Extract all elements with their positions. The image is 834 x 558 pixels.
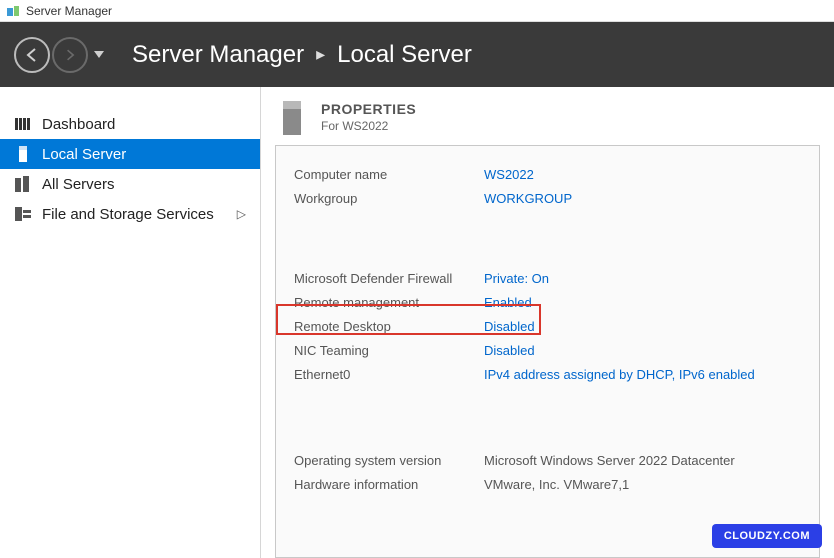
properties-box: Computer name WS2022 Workgroup WORKGROUP… bbox=[275, 145, 820, 558]
prop-label: Hardware information bbox=[294, 477, 484, 492]
remote-management-link[interactable]: Enabled bbox=[484, 295, 532, 310]
sidebar-item-dashboard[interactable]: Dashboard bbox=[0, 109, 260, 139]
prop-label: Microsoft Defender Firewall bbox=[294, 271, 484, 286]
sidebar-item-label: All Servers bbox=[42, 176, 115, 193]
prop-row-nic-teaming: NIC Teaming Disabled bbox=[294, 338, 801, 362]
dashboard-icon bbox=[14, 116, 32, 132]
sidebar-item-local-server[interactable]: Local Server bbox=[0, 139, 260, 169]
prop-label: Remote Desktop bbox=[294, 319, 484, 334]
server-glyph-icon bbox=[275, 101, 309, 135]
server-manager-app-icon bbox=[6, 4, 20, 18]
ethernet-link[interactable]: IPv4 address assigned by DHCP, IPv6 enab… bbox=[484, 367, 755, 382]
chevron-right-icon: ▷ bbox=[237, 207, 246, 221]
prop-row-ethernet: Ethernet0 IPv4 address assigned by DHCP,… bbox=[294, 362, 801, 386]
os-version-value: Microsoft Windows Server 2022 Datacenter bbox=[484, 453, 735, 468]
watermark-badge: CLOUDZY.COM bbox=[712, 524, 822, 548]
prop-label: Ethernet0 bbox=[294, 367, 484, 382]
breadcrumb-separator-icon: ▸ bbox=[316, 44, 325, 65]
properties-subtitle: For WS2022 bbox=[321, 119, 416, 133]
window-title: Server Manager bbox=[26, 4, 112, 18]
prop-row-remote-management: Remote management Enabled bbox=[294, 290, 801, 314]
sidebar-item-label: Local Server bbox=[42, 146, 126, 163]
prop-row-workgroup: Workgroup WORKGROUP bbox=[294, 186, 801, 210]
breadcrumb: Server Manager ▸ Local Server bbox=[132, 41, 472, 69]
nav-buttons bbox=[14, 37, 104, 73]
header-bar: Server Manager ▸ Local Server bbox=[0, 22, 834, 87]
prop-row-os-version: Operating system version Microsoft Windo… bbox=[294, 448, 801, 472]
hardware-value: VMware, Inc. VMware7,1 bbox=[484, 477, 629, 492]
prop-row-remote-desktop: Remote Desktop Disabled bbox=[294, 314, 801, 338]
prop-label: Computer name bbox=[294, 167, 484, 182]
sidebar-item-all-servers[interactable]: All Servers bbox=[0, 169, 260, 199]
history-dropdown-icon[interactable] bbox=[94, 46, 104, 64]
breadcrumb-current: Local Server bbox=[337, 41, 472, 69]
file-storage-icon bbox=[14, 206, 32, 222]
window-titlebar: Server Manager bbox=[0, 0, 834, 22]
all-servers-icon bbox=[14, 176, 32, 192]
local-server-icon bbox=[14, 146, 32, 162]
properties-header: PROPERTIES For WS2022 bbox=[275, 101, 820, 135]
back-button[interactable] bbox=[14, 37, 50, 73]
prop-row-firewall: Microsoft Defender Firewall Private: On bbox=[294, 266, 801, 290]
prop-label: Remote management bbox=[294, 295, 484, 310]
workgroup-link[interactable]: WORKGROUP bbox=[484, 191, 572, 206]
prop-row-hardware: Hardware information VMware, Inc. VMware… bbox=[294, 472, 801, 496]
sidebar-item-label: File and Storage Services bbox=[42, 206, 214, 223]
forward-button[interactable] bbox=[52, 37, 88, 73]
prop-row-computer-name: Computer name WS2022 bbox=[294, 162, 801, 186]
breadcrumb-root[interactable]: Server Manager bbox=[132, 41, 304, 69]
computer-name-link[interactable]: WS2022 bbox=[484, 167, 534, 182]
sidebar: Dashboard Local Server All Servers File … bbox=[0, 87, 261, 558]
nic-teaming-link[interactable]: Disabled bbox=[484, 343, 535, 358]
firewall-link[interactable]: Private: On bbox=[484, 271, 549, 286]
prop-label: NIC Teaming bbox=[294, 343, 484, 358]
remote-desktop-link[interactable]: Disabled bbox=[484, 319, 535, 334]
main-panel: PROPERTIES For WS2022 Computer name WS20… bbox=[261, 87, 834, 558]
content-area: Dashboard Local Server All Servers File … bbox=[0, 87, 834, 558]
prop-label: Operating system version bbox=[294, 453, 484, 468]
properties-title: PROPERTIES bbox=[321, 101, 416, 117]
sidebar-item-label: Dashboard bbox=[42, 116, 115, 133]
prop-label: Workgroup bbox=[294, 191, 484, 206]
sidebar-item-file-storage[interactable]: File and Storage Services ▷ bbox=[0, 199, 260, 229]
